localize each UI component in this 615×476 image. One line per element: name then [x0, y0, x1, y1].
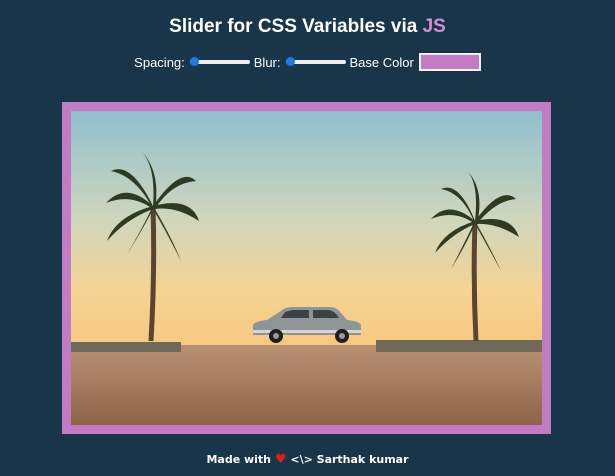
left-wall	[71, 342, 181, 352]
blur-label: Blur:	[253, 54, 281, 70]
spacing-slider-thumb[interactable]	[189, 57, 199, 66]
ground	[71, 345, 542, 425]
heart-icon: ♥	[274, 452, 287, 467]
blur-slider[interactable]	[285, 57, 346, 67]
page-title: Slider for CSS Variables via JS	[0, 16, 615, 38]
base-color-picker[interactable]	[418, 53, 481, 71]
spacing-slider-track[interactable]	[189, 60, 250, 64]
sunset-car-photo	[71, 111, 542, 425]
blur-slider-thumb[interactable]	[285, 57, 295, 66]
page-title-highlight: JS	[422, 16, 446, 37]
spacing-slider[interactable]	[189, 57, 250, 67]
footer-prefix: Made with	[206, 453, 272, 466]
base-color-label: Base Color	[349, 54, 414, 70]
page-title-text: Slider for CSS Variables via	[169, 16, 423, 37]
footer-credit: Made with ♥ <\> Sarthak kumar	[0, 452, 615, 467]
footer-suffix: <\> Sarthak kumar	[290, 453, 409, 466]
image-frame	[62, 102, 551, 434]
blur-slider-track[interactable]	[285, 60, 346, 64]
spacing-label: Spacing:	[134, 54, 185, 70]
right-wall	[376, 340, 542, 352]
controls-bar: Spacing: Blur: Base Color	[0, 52, 615, 72]
